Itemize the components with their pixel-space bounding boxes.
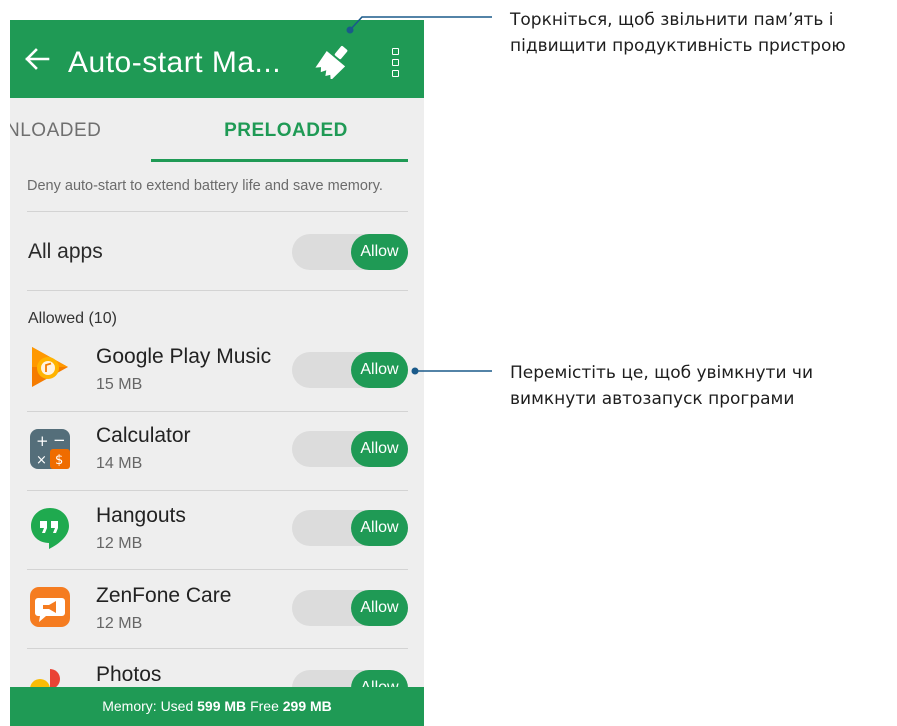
broom-icon[interactable] bbox=[314, 43, 354, 79]
app-name: Photos bbox=[96, 663, 162, 686]
callout-toggle-text: Перемістіть це, щоб увімкнути чи вимкнут… bbox=[510, 360, 813, 412]
toggle-knob: Allow bbox=[351, 431, 408, 467]
divider bbox=[27, 290, 408, 291]
svg-text:$: $ bbox=[55, 453, 63, 468]
tab-active-indicator bbox=[151, 159, 408, 162]
more-vert-icon[interactable] bbox=[388, 48, 404, 80]
callout-clean-line-1: Торкніться, щоб звільнити пам’ять і bbox=[510, 10, 834, 30]
memory-used-value: 599 MB bbox=[197, 698, 247, 714]
app-toggle-hangouts[interactable]: Allow bbox=[292, 510, 408, 546]
divider bbox=[27, 569, 408, 570]
memory-label: Memory: bbox=[102, 698, 157, 714]
callout-clean-text: Торкніться, щоб звільнити пам’ять і підв… bbox=[510, 7, 846, 59]
tab-downloaded[interactable]: NLOADED bbox=[10, 120, 101, 142]
toggle-knob: Allow bbox=[351, 590, 408, 626]
all-apps-toggle[interactable]: Allow bbox=[292, 234, 408, 270]
app-name: ZenFone Care bbox=[96, 584, 232, 607]
section-allowed-label: Allowed (10) bbox=[28, 310, 117, 327]
memory-status-bar: Memory: Used 599 MB Free 299 MB bbox=[10, 687, 424, 726]
svg-text:×: × bbox=[36, 453, 47, 468]
app-toggle-calculator[interactable]: Allow bbox=[292, 431, 408, 467]
app-toggle-zenfone-care[interactable]: Allow bbox=[292, 590, 408, 626]
memory-free-value: 299 MB bbox=[282, 698, 332, 714]
phone-screen: Auto-start Ma... NLOADED PRELOADED Deny … bbox=[10, 20, 424, 726]
callout-clean-line-2: підвищити продуктивність пристрою bbox=[510, 36, 846, 56]
google-play-music-icon bbox=[32, 347, 68, 387]
svg-text:+: + bbox=[36, 432, 49, 450]
toggle-knob: Allow bbox=[351, 510, 408, 546]
divider bbox=[27, 411, 408, 412]
svg-text:−: − bbox=[53, 431, 66, 449]
app-size: 15 MB bbox=[96, 376, 143, 393]
divider bbox=[27, 211, 408, 212]
toggle-knob: Allow bbox=[351, 352, 408, 388]
divider bbox=[27, 648, 408, 649]
all-apps-label: All apps bbox=[28, 240, 103, 263]
app-size: 12 MB bbox=[96, 535, 143, 552]
zenfone-care-icon bbox=[30, 587, 70, 627]
arrow-left-icon[interactable] bbox=[24, 47, 50, 71]
memory-free-label: Free bbox=[250, 698, 279, 714]
hint-text: Deny auto-start to extend battery life a… bbox=[27, 178, 383, 194]
app-name: Google Play Music bbox=[96, 345, 272, 368]
divider bbox=[27, 490, 408, 491]
app-size: 12 MB bbox=[96, 615, 143, 632]
hangouts-icon bbox=[31, 508, 69, 549]
app-title: Auto-start Ma... bbox=[68, 46, 282, 79]
calculator-icon: + − × $ bbox=[30, 429, 70, 469]
app-bar: Auto-start Ma... bbox=[10, 20, 424, 98]
toggle-knob: Allow bbox=[351, 234, 408, 270]
tab-preloaded[interactable]: PRELOADED bbox=[188, 120, 384, 142]
app-toggle-google-play-music[interactable]: Allow bbox=[292, 352, 408, 388]
app-size: 14 MB bbox=[96, 455, 143, 472]
app-name: Hangouts bbox=[96, 504, 186, 527]
callout-toggle-line-2: вимкнути автозапуск програми bbox=[510, 389, 795, 409]
callout-toggle-line-1: Перемістіть це, щоб увімкнути чи bbox=[510, 363, 813, 383]
app-name: Calculator bbox=[96, 424, 191, 447]
memory-used-label: Used bbox=[160, 698, 194, 714]
